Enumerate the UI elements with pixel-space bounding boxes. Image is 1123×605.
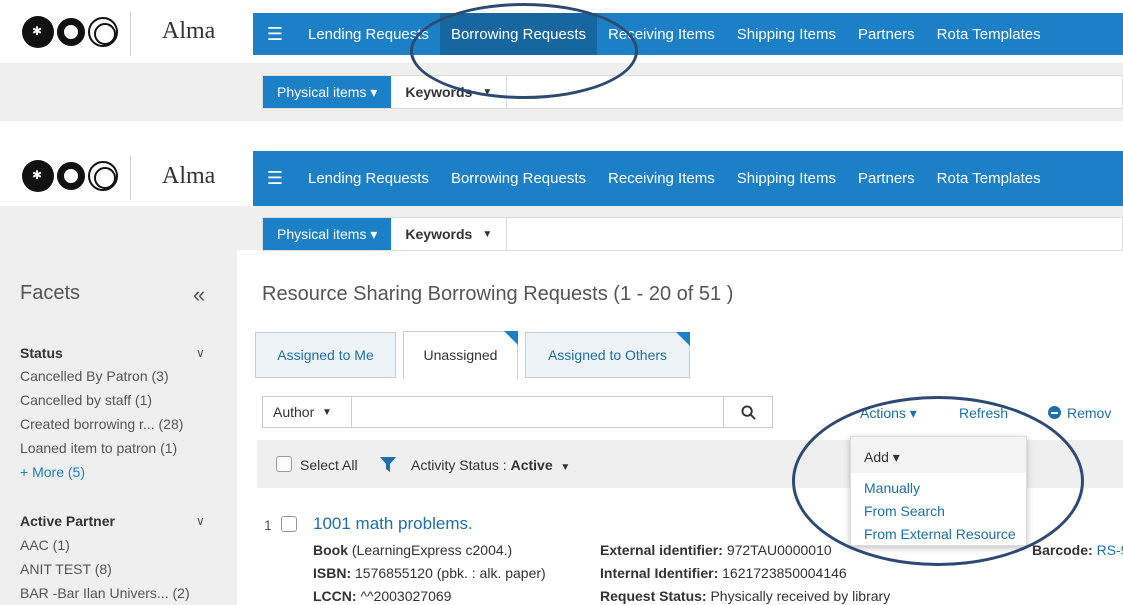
logo-divider	[130, 12, 131, 56]
nav-borrowing-requests[interactable]: Borrowing Requests	[440, 151, 597, 206]
search-field-select[interactable]: Keywords ▼	[391, 218, 508, 250]
record-checkbox[interactable]	[281, 516, 297, 532]
facet-item[interactable]: Cancelled by staff (1)	[20, 392, 152, 408]
record-internal-identifier: Internal Identifier: 1621723850004146	[600, 565, 847, 581]
app-name: Alma	[162, 163, 216, 189]
tab-assigned-to-me[interactable]: Assigned to Me	[255, 332, 396, 378]
nav-receiving-items[interactable]: Receiving Items	[597, 151, 726, 206]
menu-icon[interactable]: ☰	[253, 13, 297, 55]
logo-divider	[130, 156, 131, 200]
nav-receiving-items[interactable]: Receiving Items	[597, 13, 726, 55]
institution-logo	[22, 16, 118, 48]
activity-status-filter[interactable]: Activity Status : Active ▼	[411, 457, 570, 473]
facet-item[interactable]: Created borrowing r... (28)	[20, 416, 183, 432]
search-bar: Physical items ▾ Keywords ▼	[262, 75, 1123, 109]
filter-icon[interactable]	[380, 457, 396, 472]
menu-icon[interactable]: ☰	[253, 151, 297, 206]
tab-corner-indicator	[504, 331, 518, 345]
select-all-label: Select All	[300, 457, 358, 473]
top-navigation: ☰ Lending Requests Borrowing Requests Re…	[253, 151, 1123, 206]
search-field-select[interactable]: Keywords ▼	[391, 76, 508, 108]
select-all-checkbox[interactable]	[276, 456, 292, 472]
actions-dropdown: Add ▾ Manually From Search From External…	[850, 436, 1027, 546]
nav-partners[interactable]: Partners	[847, 13, 926, 55]
refresh-link[interactable]: Refresh	[959, 405, 1008, 421]
search-scope-select[interactable]: Physical items ▾	[263, 76, 392, 108]
record-lccn: LCCN: ^^2003027069	[313, 588, 452, 604]
chevron-down-icon[interactable]: ∨	[196, 346, 205, 360]
record-isbn: ISBN: 1576855120 (pbk. : alk. paper)	[313, 565, 546, 581]
remove-link[interactable]: Remov	[1048, 405, 1111, 421]
facet-item[interactable]: ANIT TEST (8)	[20, 561, 112, 577]
tab-unassigned[interactable]: Unassigned	[403, 331, 518, 379]
nav-lending-requests[interactable]: Lending Requests	[297, 151, 440, 206]
nav-shipping-items[interactable]: Shipping Items	[726, 13, 847, 55]
facet-status-title[interactable]: Status	[20, 345, 63, 361]
filter-field-select[interactable]: Author ▼	[262, 396, 352, 428]
institution-logo	[22, 160, 118, 192]
facets-title: Facets	[20, 282, 81, 304]
nav-shipping-items[interactable]: Shipping Items	[726, 151, 847, 206]
nav-lending-requests[interactable]: Lending Requests	[297, 13, 440, 55]
app-name: Alma	[162, 18, 216, 44]
add-manually-option[interactable]: Manually	[851, 477, 1026, 500]
tab-corner-indicator	[676, 332, 690, 346]
facet-more-link[interactable]: + More (5)	[20, 464, 85, 480]
chevron-down-icon[interactable]: ∨	[196, 514, 205, 528]
facet-item[interactable]: Cancelled By Patron (3)	[20, 368, 169, 384]
collapse-icon[interactable]: «	[193, 282, 205, 308]
nav-partners[interactable]: Partners	[847, 151, 926, 206]
facet-item[interactable]: AAC (1)	[20, 537, 70, 553]
facet-partner-title[interactable]: Active Partner	[20, 513, 115, 529]
tab-assigned-to-others[interactable]: Assigned to Others	[525, 332, 690, 378]
facet-item[interactable]: Loaned item to patron (1)	[20, 440, 177, 456]
record-barcode: Barcode: RS-972TA	[1032, 542, 1123, 558]
facet-item[interactable]: BAR -Bar Ilan Univers... (2)	[20, 585, 190, 601]
record-type: Book (LearningExpress c2004.)	[313, 542, 513, 558]
nav-rota-templates[interactable]: Rota Templates	[926, 151, 1052, 206]
search-icon	[740, 404, 756, 420]
remove-icon	[1048, 406, 1061, 419]
search-button[interactable]	[723, 396, 773, 428]
page-title: Resource Sharing Borrowing Requests (1 -…	[262, 283, 734, 305]
search-bar: Physical items ▾ Keywords ▼	[262, 217, 1123, 251]
record-external-identifier: External identifier: 972TAU0000010	[600, 542, 832, 558]
search-scope-select[interactable]: Physical items ▾	[263, 218, 392, 250]
nav-rota-templates[interactable]: Rota Templates	[926, 13, 1052, 55]
top-navigation: ☰ Lending Requests Borrowing Requests Re…	[253, 13, 1123, 55]
add-from-search-option[interactable]: From Search	[851, 500, 1026, 523]
record-request-status: Request Status: Physically received by l…	[600, 588, 891, 604]
record-title-link[interactable]: 1001 math problems.	[313, 514, 473, 534]
add-from-external-resource-option[interactable]: From External Resource	[851, 523, 1026, 546]
add-submenu-head[interactable]: Add ▾	[851, 437, 1026, 473]
nav-borrowing-requests[interactable]: Borrowing Requests	[439, 13, 598, 55]
record-number: 1	[264, 517, 272, 533]
actions-menu[interactable]: Actions ▾	[860, 405, 917, 422]
plus-icon: +	[20, 464, 29, 480]
filter-input[interactable]	[351, 396, 724, 428]
